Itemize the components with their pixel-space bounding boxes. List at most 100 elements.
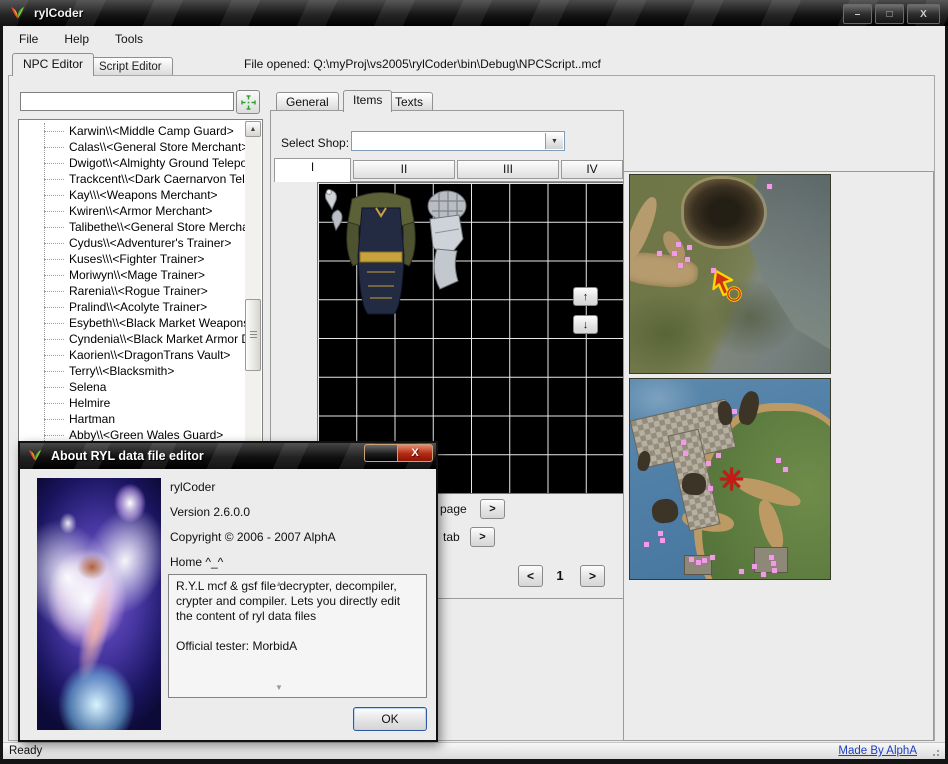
tab-script-editor[interactable]: Script Editor: [88, 57, 173, 76]
about-dialog-titlebar: About RYL data file editor X: [20, 443, 436, 469]
item-armor-sprite[interactable]: [343, 186, 419, 316]
npc-dot-marker: [678, 263, 683, 268]
locate-npc-button[interactable]: [236, 90, 260, 114]
npc-name: Karwin\\<Middle Camp Guard>: [69, 124, 234, 138]
world-map-harbor[interactable]: ✳: [629, 378, 831, 580]
copy-tab-button[interactable]: >: [470, 527, 495, 547]
made-by-link[interactable]: Made By AlphA: [838, 745, 917, 757]
npc-search-input[interactable]: [20, 92, 234, 111]
npc-name: Abby\\<Green Wales Guard>: [69, 428, 223, 442]
npc-dot-marker: [660, 538, 665, 543]
npc-name: Dwigot\\<Almighty Ground Teleport: [69, 156, 245, 170]
npc-dot-marker: [783, 467, 788, 472]
shop-tab-2[interactable]: II: [353, 160, 455, 179]
move-item-down-button[interactable]: ↓: [573, 315, 598, 334]
tree-item-npc[interactable]: Helmire: [19, 395, 245, 411]
select-shop-combobox[interactable]: ▼: [351, 131, 565, 151]
about-app-name: rylCoder: [170, 480, 215, 494]
tab-general[interactable]: General: [276, 92, 339, 111]
npc-name: Kay\\\<Weapons Merchant>: [69, 188, 218, 202]
shop-tab-3[interactable]: III: [457, 160, 559, 179]
npc-dot-marker: [681, 440, 686, 445]
npc-dot-marker: [657, 251, 662, 256]
app-window: rylCoder – □ X File Help Tools NPC Edito…: [0, 0, 948, 764]
npc-dot-marker: [732, 409, 737, 414]
app-logo-icon: [9, 5, 26, 22]
tree-item-npc[interactable]: Kwiren\\<Armor Merchant>: [19, 203, 245, 219]
npc-dot-marker: [761, 572, 766, 577]
npc-dot-marker: [644, 542, 649, 547]
dialog-close-x-icon[interactable]: X: [397, 444, 433, 462]
move-item-up-button[interactable]: ↑: [573, 287, 598, 306]
npc-dot-marker: [711, 268, 716, 273]
npc-dot-marker: [771, 561, 776, 566]
tree-item-npc[interactable]: Cyndenia\\<Black Market Armor De: [19, 331, 245, 347]
about-home-link[interactable]: Home ^_^: [170, 555, 223, 569]
npc-name: Rarenia\\<Rogue Trainer>: [69, 284, 208, 298]
scroll-up-arrow-icon[interactable]: ▲: [245, 121, 261, 137]
tab-items[interactable]: Items: [343, 90, 392, 112]
tree-item-npc[interactable]: Pralind\\<Acolyte Trainer>: [19, 299, 245, 315]
tab-npc-editor[interactable]: NPC Editor: [12, 53, 94, 76]
item-gauntlet-sprite[interactable]: [417, 189, 473, 293]
tree-item-npc[interactable]: Kaorien\\<DragonTrans Vault>: [19, 347, 245, 363]
menu-file[interactable]: File: [9, 29, 48, 49]
file-opened-label: File opened: Q:\myProj\vs2005\rylCoder\b…: [244, 57, 601, 71]
npc-name: Moriwyn\\<Mage Trainer>: [69, 268, 205, 282]
npc-dot-marker: [710, 555, 715, 560]
tab-texts[interactable]: Texts: [385, 92, 433, 111]
npc-dot-marker: [767, 184, 772, 189]
npc-name: Pralind\\<Acolyte Trainer>: [69, 300, 207, 314]
next-page-button[interactable]: >: [580, 565, 605, 587]
npc-name: Hartman: [69, 412, 115, 426]
shop-tab-1[interactable]: I: [274, 158, 351, 182]
close-button[interactable]: X: [907, 4, 940, 24]
tree-item-npc[interactable]: Selena: [19, 379, 245, 395]
npc-dot-marker: [683, 451, 688, 456]
textbox-scroll-down-icon[interactable]: ▼: [273, 683, 285, 692]
menu-tools[interactable]: Tools: [105, 29, 153, 49]
ok-button[interactable]: OK: [353, 707, 427, 731]
tree-item-npc[interactable]: Rarenia\\<Rogue Trainer>: [19, 283, 245, 299]
tree-item-npc[interactable]: Moriwyn\\<Mage Trainer>: [19, 267, 245, 283]
tree-item-npc[interactable]: Karwin\\<Middle Camp Guard>: [19, 123, 245, 139]
npc-name: Cydus\\<Adventurer's Trainer>: [69, 236, 231, 250]
npc-name: Talibethe\\<General Store Merchan: [69, 220, 245, 234]
npc-dot-marker: [658, 531, 663, 536]
tree-item-npc[interactable]: Terry\\<Blacksmith>: [19, 363, 245, 379]
shop-tab-4[interactable]: IV: [561, 160, 623, 179]
dialog-close-button[interactable]: X: [364, 444, 433, 462]
copy-page-button[interactable]: >: [480, 499, 505, 519]
resize-grip[interactable]: [929, 746, 939, 756]
tree-item-npc[interactable]: Kuses\\\<Fighter Trainer>: [19, 251, 245, 267]
combo-dropdown-icon[interactable]: ▼: [545, 133, 563, 149]
about-description-textbox[interactable]: R.Y.L mcf & gsf file decrypter, decompil…: [168, 574, 427, 698]
tree-item-npc[interactable]: Esybeth\\<Black Market Weapons I: [19, 315, 245, 331]
tree-item-npc[interactable]: Talibethe\\<General Store Merchan: [19, 219, 245, 235]
menu-help[interactable]: Help: [54, 29, 99, 49]
maximize-button[interactable]: □: [875, 4, 904, 24]
npc-dot-marker: [685, 257, 690, 262]
window-title: rylCoder: [34, 6, 83, 20]
artwork-figure: [77, 554, 107, 580]
npc-dot-marker: [752, 564, 757, 569]
npc-name: Cyndenia\\<Black Market Armor De: [69, 332, 245, 346]
tree-item-npc[interactable]: Calas\\<General Store Merchant>: [19, 139, 245, 155]
world-map-terrain[interactable]: [629, 174, 831, 374]
tree-item-npc[interactable]: Hartman: [19, 411, 245, 427]
scrollbar-thumb[interactable]: [245, 299, 261, 371]
minimize-button[interactable]: –: [843, 4, 872, 24]
tree-item-npc[interactable]: Cydus\\<Adventurer's Trainer>: [19, 235, 245, 251]
menu-bar: File Help Tools: [3, 27, 945, 50]
textbox-scroll-up-icon[interactable]: ▲: [273, 579, 285, 588]
status-bar: Ready Made By AlphA: [3, 742, 945, 759]
about-artwork-image: [37, 478, 161, 730]
tree-item-npc[interactable]: Dwigot\\<Almighty Ground Teleport: [19, 155, 245, 171]
tree-item-npc[interactable]: Trackcent\\<Dark Caernarvon Tele: [19, 171, 245, 187]
prev-page-button[interactable]: <: [518, 565, 543, 587]
thumb-grip: [250, 331, 257, 332]
tree-item-npc[interactable]: Kay\\\<Weapons Merchant>: [19, 187, 245, 203]
about-copyright: Copyright © 2006 - 2007 AlphA: [170, 530, 336, 544]
npc-dot-marker: [702, 558, 707, 563]
npc-name: Esybeth\\<Black Market Weapons I: [69, 316, 245, 330]
